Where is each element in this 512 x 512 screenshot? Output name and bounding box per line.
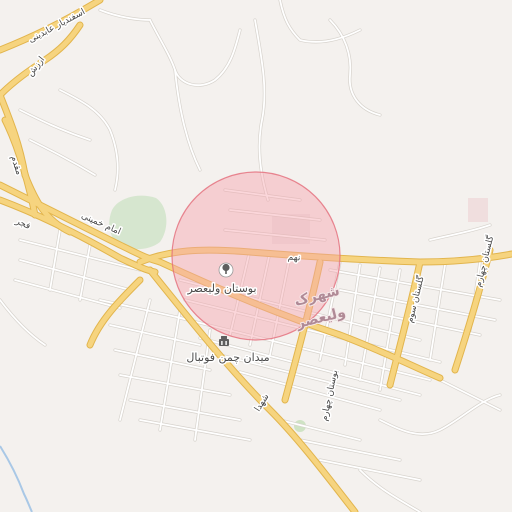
residential-block — [468, 198, 488, 222]
poi-stadium-label: میدان چمن فوتبال — [186, 351, 269, 364]
map-canvas[interactable]: اسفندیار عابدینی ارزش مقدم فجر امام خمین… — [0, 0, 512, 512]
street-label-nahom: نهم — [287, 253, 300, 264]
poi-park-label: بوستان ولیعصر — [186, 282, 256, 295]
